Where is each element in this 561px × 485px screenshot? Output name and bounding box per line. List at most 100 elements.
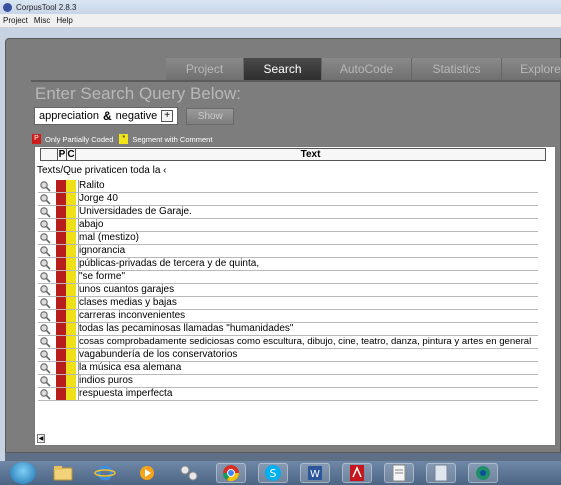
svg-text:W: W [310, 469, 320, 480]
scroll-left-button[interactable]: ◀ [37, 434, 45, 443]
magnifier-icon[interactable] [38, 388, 55, 400]
table-row[interactable]: respuesta imperfecta [38, 388, 538, 401]
folder-icon[interactable] [48, 463, 78, 483]
comment-marker [66, 180, 76, 192]
table-row[interactable]: "se forme" [38, 271, 538, 284]
row-text: Universidades de Garaje. [79, 206, 192, 217]
tab-project[interactable]: Project [166, 58, 244, 80]
table-row[interactable]: la música esa alemana [38, 362, 538, 375]
magnifier-icon[interactable] [38, 206, 55, 218]
menu-help[interactable]: Help [56, 16, 72, 25]
magnifier-icon[interactable] [38, 219, 55, 231]
internet-explorer-icon[interactable] [90, 463, 120, 483]
partial-coded-marker [56, 297, 66, 309]
comment-marker [66, 375, 76, 387]
show-button[interactable]: Show [186, 107, 235, 125]
document-name[interactable]: Texts/Que privaticen toda la ‹ [37, 165, 167, 176]
magnifier-icon[interactable] [38, 258, 55, 270]
menu-misc[interactable]: Misc [34, 16, 50, 25]
table-row[interactable]: Ralito [38, 180, 538, 193]
partial-coded-marker [56, 349, 66, 361]
magnifier-icon[interactable] [38, 336, 55, 348]
corpustool-icon[interactable] [468, 463, 498, 483]
row-text: abajo [79, 219, 104, 230]
partial-coded-marker [56, 284, 66, 296]
magnifier-icon[interactable] [38, 193, 55, 205]
chrome-icon[interactable] [216, 463, 246, 483]
skype-icon[interactable]: S [258, 463, 288, 483]
table-row[interactable]: ignorancia [38, 245, 538, 258]
text-cell [78, 219, 538, 231]
header-text[interactable]: Text [76, 149, 545, 160]
row-text: ignorancia [79, 245, 126, 256]
magnifier-icon[interactable] [38, 245, 55, 257]
document-icon[interactable] [384, 463, 414, 483]
table-row[interactable]: Universidades de Garaje. [38, 206, 538, 219]
comment-marker [66, 258, 76, 270]
magnifier-icon[interactable] [38, 310, 55, 322]
header-p[interactable]: P [58, 149, 67, 160]
start-orb-icon[interactable] [10, 462, 36, 484]
table-row[interactable]: todas las pecaminosas llamadas "humanida… [38, 323, 538, 336]
media-player-icon[interactable] [132, 463, 162, 483]
comment-marker [66, 206, 76, 218]
table-row[interactable]: Jorge 40 [38, 193, 538, 206]
magnifier-icon[interactable] [38, 284, 55, 296]
table-row[interactable]: cosas comprobadamente sediciosas como es… [38, 336, 538, 349]
table-row[interactable]: unos cuantos garajes [38, 284, 538, 297]
table-row[interactable]: carreras inconvenientes [38, 310, 538, 323]
magnifier-icon[interactable] [38, 271, 55, 283]
magnifier-icon[interactable] [38, 375, 55, 387]
comment-marker [66, 349, 76, 361]
tab-explore[interactable]: Explore [502, 58, 561, 80]
row-text: unos cuantos garajes [79, 284, 175, 295]
text-cell [78, 271, 538, 283]
magnifier-icon[interactable] [38, 349, 55, 361]
magnifier-icon[interactable] [38, 180, 55, 192]
tab-statistics[interactable]: Statistics [412, 58, 502, 80]
header-c[interactable]: C [67, 149, 76, 160]
table-row[interactable]: públicas-privadas de tercera y de quinta… [38, 258, 538, 271]
comment-marker [66, 245, 76, 257]
tab-autocode[interactable]: AutoCode [322, 58, 412, 80]
partial-coded-swatch: P [32, 134, 41, 144]
row-text: cosas comprobadamente sediciosas como es… [79, 336, 532, 347]
partial-coded-marker [56, 193, 66, 205]
row-text: la música esa alemana [79, 362, 182, 373]
magnifier-icon[interactable] [38, 362, 55, 374]
magnifier-icon[interactable] [38, 323, 55, 335]
calculator-icon[interactable] [426, 463, 456, 483]
row-text: carreras inconvenientes [79, 310, 186, 321]
table-row[interactable]: mal (mestizo) [38, 232, 538, 245]
word-icon[interactable]: W [300, 463, 330, 483]
window-title-bar[interactable]: CorpusTool 2.8.3 [0, 0, 561, 14]
window-title: CorpusTool 2.8.3 [16, 2, 77, 12]
comment-marker [66, 232, 76, 244]
comment-marker [66, 219, 76, 231]
menu-project[interactable]: Project [3, 16, 28, 25]
query-term-1[interactable]: appreciation [39, 110, 99, 122]
tab-search[interactable]: Search [244, 58, 322, 80]
network-icon[interactable] [174, 463, 204, 483]
table-row[interactable]: vagabundería de los conservatorios [38, 349, 538, 362]
magnifier-icon[interactable] [38, 232, 55, 244]
query-term-2[interactable]: negative [116, 110, 158, 122]
table-row[interactable]: abajo [38, 219, 538, 232]
magnifier-icon[interactable] [38, 297, 55, 309]
table-row[interactable]: indios puros [38, 375, 538, 388]
table-row[interactable]: clases medias y bajas [38, 297, 538, 310]
row-text: respuesta imperfecta [79, 388, 173, 399]
partial-coded-marker [56, 245, 66, 257]
add-term-button[interactable]: + [161, 110, 174, 122]
row-text: públicas-privadas de tercera y de quinta… [79, 258, 260, 269]
partial-coded-marker [56, 232, 66, 244]
window-bottom-edge [5, 453, 561, 461]
row-text: clases medias y bajas [79, 297, 177, 308]
query-input[interactable]: appreciation & negative + [34, 107, 179, 125]
comment-marker [66, 297, 76, 309]
partial-coded-marker [56, 388, 66, 400]
acrobat-icon[interactable] [342, 463, 372, 483]
text-cell [78, 193, 538, 205]
menu-bar: Project Misc Help [0, 14, 561, 28]
row-text: mal (mestizo) [79, 232, 140, 243]
